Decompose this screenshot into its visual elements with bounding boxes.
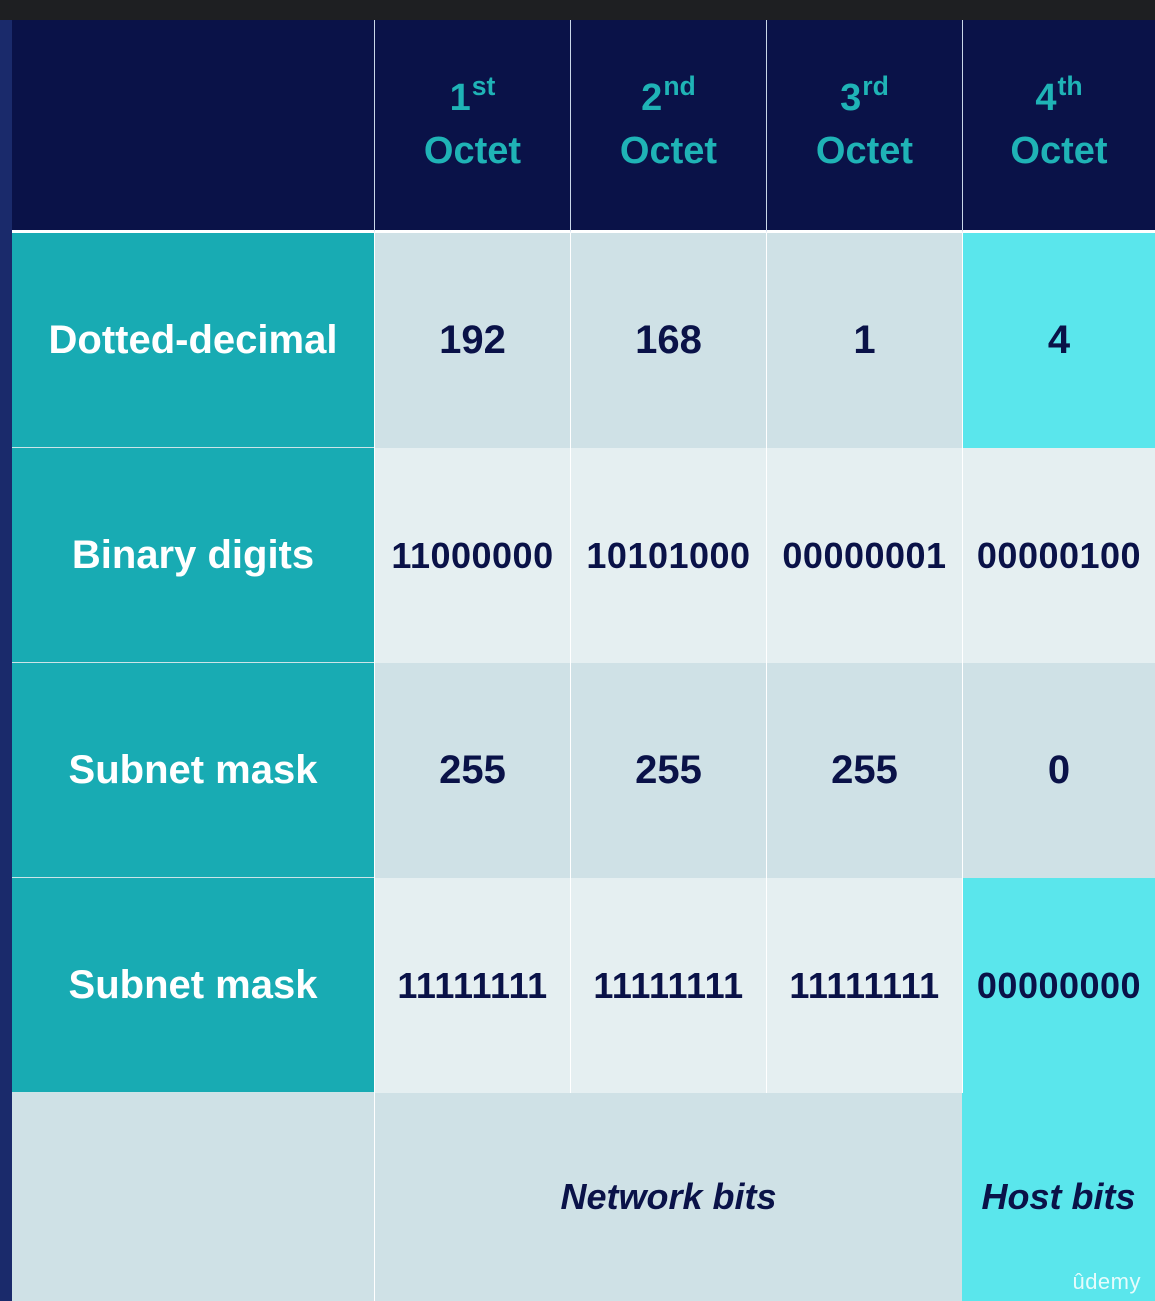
header-octet-1: 1st Octet	[374, 20, 570, 233]
header-word: Octet	[423, 130, 522, 172]
table-cell-highlight: 4	[962, 233, 1155, 448]
header-octet-4: 4th Octet	[962, 20, 1155, 233]
table-cell: 11111111	[766, 878, 962, 1093]
table-cell: 00000001	[766, 448, 962, 663]
row-label-subnet-mask-binary: Subnet mask	[12, 878, 374, 1093]
top-bar	[0, 0, 1155, 20]
table-cell: 11000000	[374, 448, 570, 663]
octet-table: 1st Octet 2nd Octet 3rd Octet 4th Octet …	[12, 20, 1155, 1301]
host-bits-label: Host bits	[981, 1176, 1136, 1217]
header-word: Octet	[619, 130, 718, 172]
header-ordinal: 2nd	[641, 71, 696, 119]
header-ordinal: 3rd	[840, 71, 889, 119]
table-cell: 255	[374, 663, 570, 878]
footer-blank	[12, 1093, 374, 1301]
table-cell: 255	[570, 663, 766, 878]
header-ordinal: 1st	[449, 71, 496, 119]
host-bits-cell: Host bits ûdemy	[962, 1093, 1155, 1301]
network-bits-label: Network bits	[374, 1093, 962, 1301]
header-ordinal: 4th	[1035, 71, 1083, 119]
header-octet-2: 2nd Octet	[570, 20, 766, 233]
table-cell: 00000100	[962, 448, 1155, 663]
header-word: Octet	[1010, 130, 1108, 172]
table-cell: 1	[766, 233, 962, 448]
table-cell: 10101000	[570, 448, 766, 663]
header-word: Octet	[815, 130, 914, 172]
row-label-subnet-mask: Subnet mask	[12, 663, 374, 878]
table-cell: 0	[962, 663, 1155, 878]
table-cell: 255	[766, 663, 962, 878]
table-cell: 11111111	[374, 878, 570, 1093]
udemy-watermark: ûdemy	[1072, 1269, 1141, 1294]
table-cell: 192	[374, 233, 570, 448]
header-octet-3: 3rd Octet	[766, 20, 962, 233]
left-edge-strip	[0, 20, 12, 1301]
table-cell-highlight: 00000000	[962, 878, 1155, 1093]
row-label-dotted-decimal: Dotted-decimal	[12, 233, 374, 448]
table-cell: 168	[570, 233, 766, 448]
row-label-binary-digits: Binary digits	[12, 448, 374, 663]
header-corner	[12, 20, 374, 233]
table-cell: 11111111	[570, 878, 766, 1093]
